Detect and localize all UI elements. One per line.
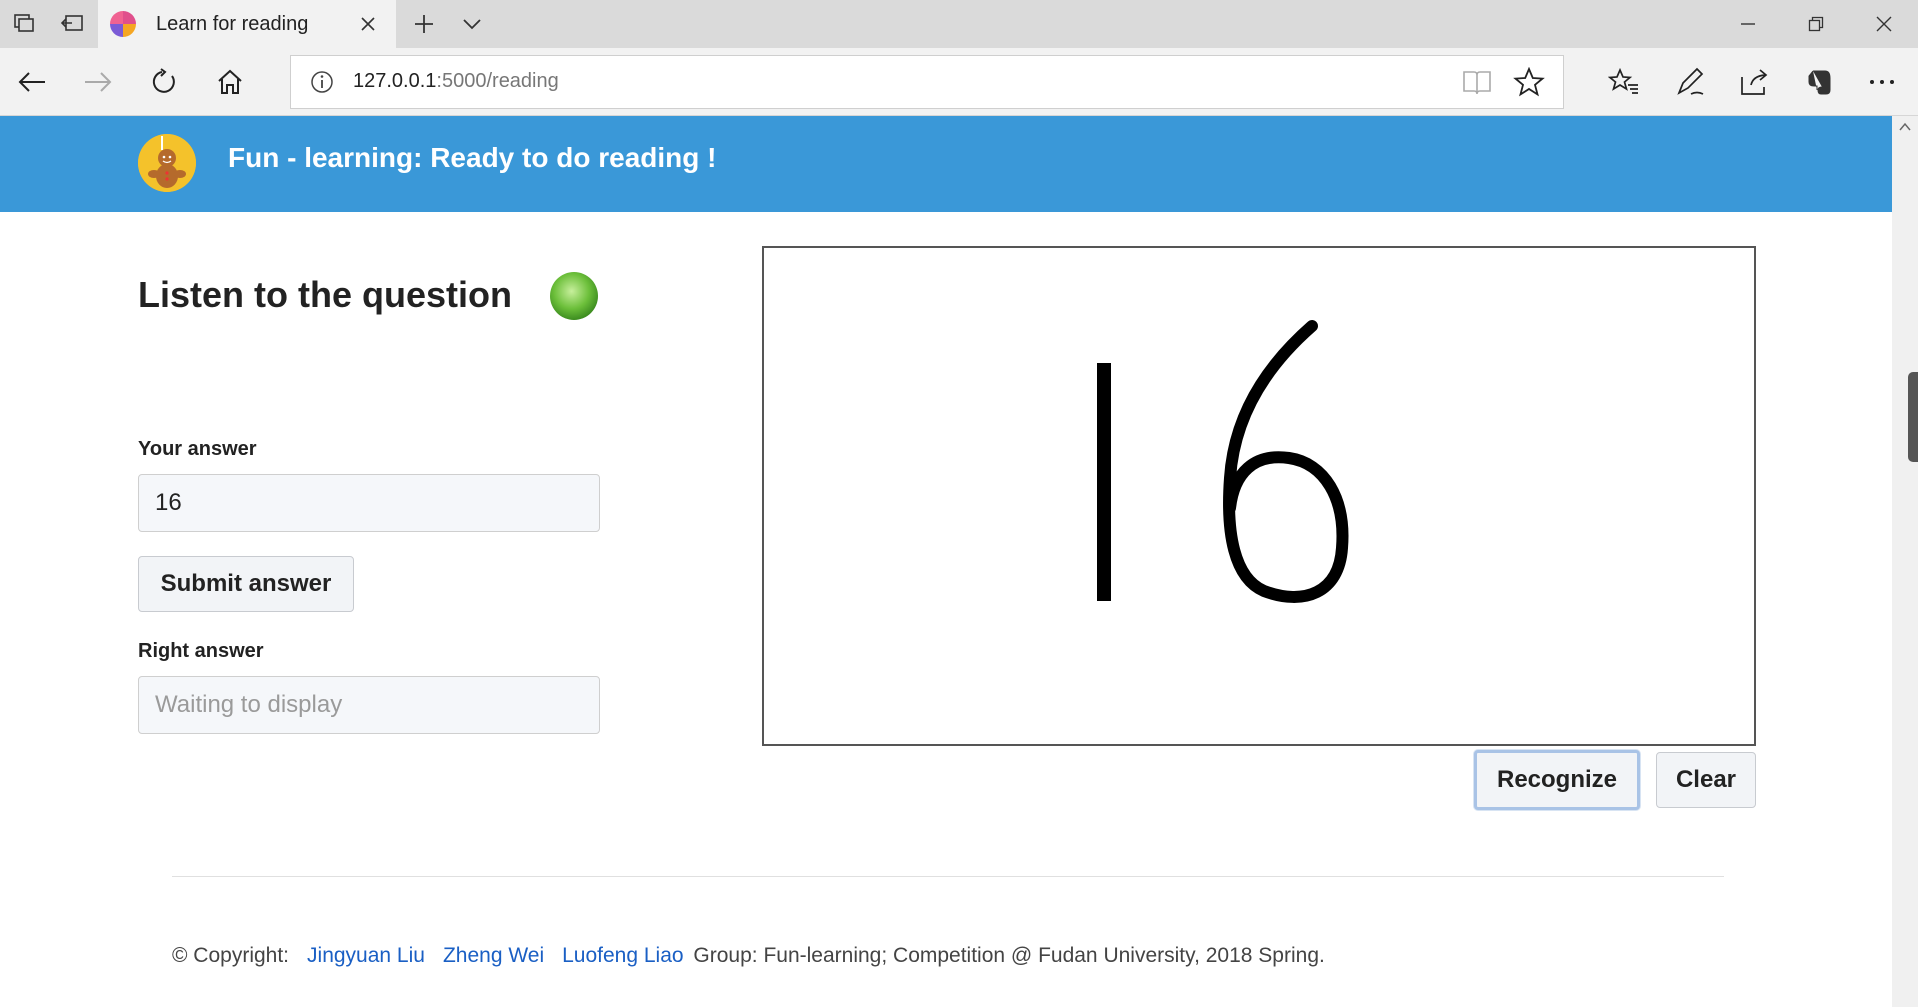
clear-button[interactable]: Clear: [1656, 752, 1756, 808]
evernote-extension-icon[interactable]: [1800, 62, 1840, 102]
play-question-audio-icon[interactable]: [550, 272, 598, 320]
more-menu-icon[interactable]: [1862, 62, 1902, 102]
restore-icon[interactable]: [1782, 0, 1850, 48]
set-aside-tabs-icon[interactable]: [58, 10, 86, 38]
tab-list-chevron-icon[interactable]: [456, 8, 488, 40]
footer-divider: [172, 876, 1724, 877]
submit-answer-button[interactable]: Submit answer: [138, 556, 354, 612]
active-tab[interactable]: Learn for reading: [98, 0, 396, 48]
tab-title: Learn for reading: [156, 12, 309, 35]
tab-bar: Learn for reading: [0, 0, 1918, 48]
your-answer-input[interactable]: 16: [138, 474, 600, 532]
your-answer-label: Your answer: [138, 438, 257, 460]
footer: © Copyright: Jingyuan Liu Zheng Wei Luofeng…: [172, 944, 1325, 968]
header-title: Fun - learning: Ready to do reading !: [228, 142, 717, 173]
author-link-jingyuan-liu[interactable]: Jingyuan Liu: [307, 944, 425, 967]
gingerbread-logo-icon: [138, 134, 196, 192]
right-answer-field: Waiting to display: [138, 676, 600, 734]
page-scrollbar[interactable]: [1892, 116, 1918, 1007]
tab-collection-icon[interactable]: [10, 10, 38, 38]
back-arrow-icon[interactable]: [12, 62, 52, 102]
new-tab-icon[interactable]: [408, 8, 440, 40]
share-icon[interactable]: [1734, 62, 1774, 102]
address-bar[interactable]: 127.0.0.1:5000/reading: [290, 55, 1564, 109]
tab-favicon-icon: [110, 11, 136, 37]
site-header: Fun - learning: Ready to do reading !: [0, 116, 1892, 212]
url-path: :5000/reading: [436, 70, 559, 92]
tab-close-icon[interactable]: [348, 4, 388, 44]
author-link-luofeng-liao[interactable]: Luofeng Liao: [562, 944, 683, 967]
favorites-hub-icon[interactable]: [1604, 62, 1644, 102]
close-window-icon[interactable]: [1850, 0, 1918, 48]
home-icon[interactable]: [210, 62, 250, 102]
scroll-thumb[interactable]: [1908, 372, 1918, 462]
drawing-canvas[interactable]: [762, 246, 1756, 746]
navigation-bar: 127.0.0.1:5000/reading: [0, 48, 1918, 116]
handwritten-digits: [1097, 320, 1349, 603]
scroll-up-arrow-icon[interactable]: [1898, 120, 1912, 134]
url-text[interactable]: 127.0.0.1:5000/reading: [353, 70, 559, 93]
page-viewport: Fun - learning: Ready to do reading ! Li…: [0, 116, 1892, 1007]
forward-arrow-icon[interactable]: [78, 62, 118, 102]
favorite-star-icon[interactable]: [1513, 66, 1545, 97]
refresh-icon[interactable]: [144, 62, 184, 102]
your-answer-value: 16: [155, 489, 182, 516]
pen-notes-icon[interactable]: [1670, 62, 1710, 102]
url-host: 127.0.0.1: [353, 70, 437, 92]
footer-tail-text: Group: Fun-learning; Competition @ Fudan…: [693, 944, 1325, 967]
author-link-zheng-wei[interactable]: Zheng Wei: [443, 944, 544, 967]
reading-view-icon[interactable]: [1461, 67, 1493, 97]
right-answer-placeholder: Waiting to display: [155, 691, 343, 718]
recognize-button[interactable]: Recognize: [1474, 750, 1640, 810]
section-title: Listen to the question: [138, 274, 512, 315]
minimize-icon[interactable]: [1714, 0, 1782, 48]
right-answer-label: Right answer: [138, 640, 264, 662]
site-info-icon[interactable]: [309, 69, 335, 95]
copyright-text: © Copyright:: [172, 944, 290, 967]
